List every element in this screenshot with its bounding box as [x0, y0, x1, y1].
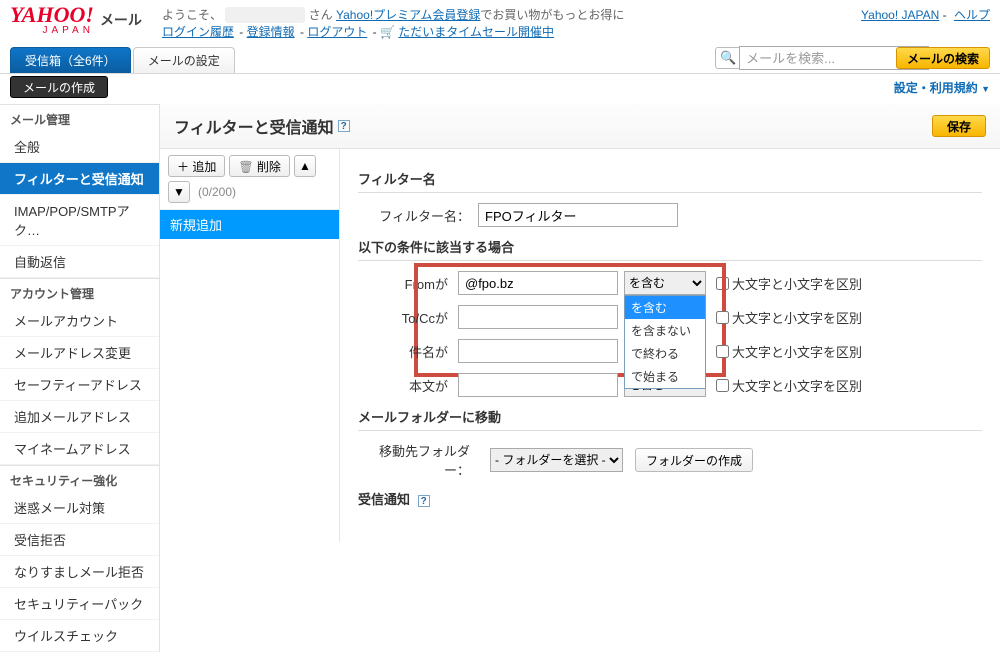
from-match-select[interactable]: を含む — [624, 271, 706, 295]
delete-filter-button[interactable]: 🗑 削除 — [229, 155, 290, 177]
sidebar-item-addaddr[interactable]: 追加メールアドレス — [0, 401, 159, 433]
label-filter-name: フィルター名： — [358, 206, 478, 225]
dropdown-option[interactable]: を含む — [625, 296, 705, 319]
from-case-checkbox[interactable]: 大文字と小文字を区別 — [716, 274, 862, 293]
from-match-dropdown: を含む を含まない で終わる で始まる — [624, 295, 706, 389]
sidebar-item-secpack[interactable]: セキュリティーパック — [0, 588, 159, 620]
tab-row: 受信箱（全6件） メールの設定 🔍 ▼ メールの検索 — [0, 43, 1000, 74]
sidebar-group-title: メール管理 — [0, 104, 159, 131]
chevron-down-icon: ▼ — [981, 84, 990, 94]
sidebar-item-imap[interactable]: IMAP/POP/SMTPアク… — [0, 195, 159, 246]
filter-list-column: ＋ 追加 🗑 削除 ▲ ▼ (0/200) 新規追加 — [160, 149, 340, 542]
link-login-history[interactable]: ログイン履歴 — [162, 25, 234, 39]
logo[interactable]: YAHOO! JAPAN — [10, 6, 94, 36]
cond-row-from: Fromが を含む を含む を含まない で終わる で始まる 大文字と — [358, 271, 982, 295]
main: メール管理 全般 フィルターと受信通知 IMAP/POP/SMTPアク… 自動返… — [0, 104, 1000, 652]
body-case-checkbox[interactable]: 大文字と小文字を区別 — [716, 376, 862, 395]
sidebar-group-title: セキュリティー強化 — [0, 465, 159, 492]
label-body: 本文が — [358, 376, 458, 395]
label-from: Fromが — [358, 274, 458, 293]
page-header: YAHOO! JAPAN メール ようこそ、 さん Yahoo!プレミアム会員登… — [0, 0, 1000, 43]
sidebar-group-title: アカウント管理 — [0, 278, 159, 305]
tab-inbox[interactable]: 受信箱（全6件） — [10, 47, 131, 73]
subject-case-checkbox[interactable]: 大文字と小文字を区別 — [716, 342, 862, 361]
section-conditions: 以下の条件に該当する場合 — [358, 237, 982, 261]
sidebar-item-myname[interactable]: マイネームアドレス — [0, 433, 159, 465]
save-button[interactable]: 保存 — [932, 115, 986, 137]
sidebar-item-filters[interactable]: フィルターと受信通知 — [0, 163, 159, 195]
add-filter-button[interactable]: ＋ 追加 — [168, 155, 225, 177]
body-input[interactable] — [458, 373, 618, 397]
content: フィルターと受信通知 ? 保存 ＋ 追加 🗑 削除 ▲ ▼ (0/200) 新規… — [160, 104, 1000, 652]
trash-icon: 🗑 — [238, 160, 253, 174]
create-folder-button[interactable]: フォルダーの作成 — [635, 448, 753, 472]
section-filter-name: フィルター名 — [358, 169, 982, 193]
dropdown-option[interactable]: で始まる — [625, 365, 705, 388]
search-button[interactable]: メールの検索 — [896, 47, 990, 69]
cart-icon: 🛒 — [380, 25, 395, 39]
move-up-button[interactable]: ▲ — [294, 155, 316, 177]
compose-button[interactable]: メールの作成 — [10, 76, 108, 98]
help-icon[interactable]: ? — [338, 120, 350, 132]
dropdown-option[interactable]: を含まない — [625, 319, 705, 342]
sidebar-item-spoof[interactable]: なりすましメール拒否 — [0, 556, 159, 588]
section-notify: 受信通知 ? — [358, 489, 982, 512]
tocc-input[interactable] — [458, 305, 618, 329]
move-down-button[interactable]: ▼ — [168, 181, 190, 203]
sidebar-item-block[interactable]: 受信拒否 — [0, 524, 159, 556]
search-icon: 🔍 — [720, 50, 736, 66]
link-reg-info[interactable]: 登録情報 — [247, 25, 295, 39]
sidebar-item-account[interactable]: メールアカウント — [0, 305, 159, 337]
dropdown-option[interactable]: で終わる — [625, 342, 705, 365]
settings-terms-link[interactable]: 設定・利用規約 ▼ — [894, 79, 990, 96]
tab-mail-settings[interactable]: メールの設定 — [133, 47, 235, 73]
filter-form: フィルター名 フィルター名： 以下の条件に該当する場合 Fromが を含む — [340, 149, 1000, 542]
filter-count: (0/200) — [198, 185, 236, 199]
label-move-folder: 移動先フォルダー： — [358, 441, 478, 479]
subject-input[interactable] — [458, 339, 618, 363]
section-move: メールフォルダーに移動 — [358, 407, 982, 431]
tocc-case-checkbox[interactable]: 大文字と小文字を区別 — [716, 308, 862, 327]
sidebar: メール管理 全般 フィルターと受信通知 IMAP/POP/SMTPアク… 自動返… — [0, 104, 160, 652]
header-greeting: ようこそ、 さん Yahoo!プレミアム会員登録でお買い物がもっとお得に ログイ… — [162, 6, 624, 40]
label-subject: 件名が — [358, 342, 458, 361]
sidebar-item-general[interactable]: 全般 — [0, 131, 159, 163]
search-box[interactable]: 🔍 ▼ — [715, 47, 890, 69]
brand-title: メール — [100, 10, 142, 30]
sidebar-item-autoreply[interactable]: 自動返信 — [0, 246, 159, 278]
link-yahoo-japan[interactable]: Yahoo! JAPAN — [861, 8, 939, 22]
sidebar-item-safety[interactable]: セーフティーアドレス — [0, 369, 159, 401]
page-head: フィルターと受信通知 ? 保存 — [160, 104, 1000, 149]
link-help[interactable]: ヘルプ — [954, 8, 990, 22]
help-icon[interactable]: ? — [418, 495, 430, 507]
sub-tab-row: メールの作成 設定・利用規約 ▼ — [0, 74, 1000, 104]
filter-toolbar: ＋ 追加 🗑 削除 ▲ ▼ (0/200) — [160, 149, 339, 210]
premium-link[interactable]: Yahoo!プレミアム会員登録 — [336, 8, 480, 22]
sidebar-item-virus[interactable]: ウイルスチェック — [0, 620, 159, 652]
label-tocc: To/Ccが — [358, 308, 458, 327]
filter-list-item[interactable]: 新規追加 — [160, 210, 339, 239]
sidebar-item-addrchange[interactable]: メールアドレス変更 — [0, 337, 159, 369]
page-title: フィルターと受信通知 — [174, 114, 334, 138]
from-input[interactable] — [458, 271, 618, 295]
filter-name-input[interactable] — [478, 203, 678, 227]
sidebar-item-spam[interactable]: 迷惑メール対策 — [0, 492, 159, 524]
link-sale[interactable]: ただいまタイムセール開催中 — [398, 25, 554, 39]
link-logout[interactable]: ログアウト — [307, 25, 367, 39]
folder-select[interactable]: - フォルダーを選択 - — [490, 448, 623, 472]
